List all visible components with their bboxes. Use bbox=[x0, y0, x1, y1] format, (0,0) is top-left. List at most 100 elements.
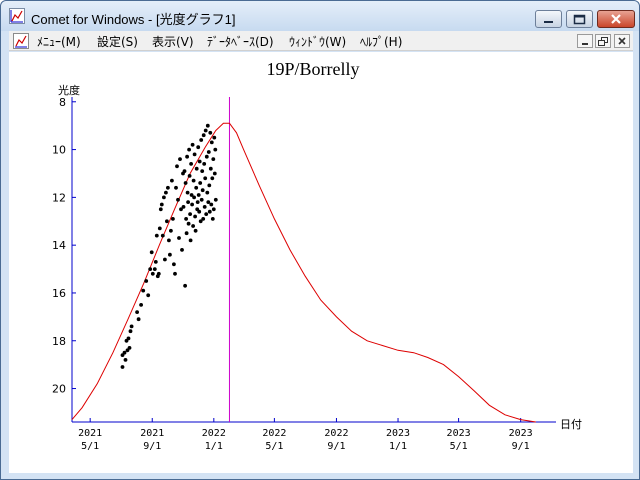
observation-point bbox=[213, 197, 218, 202]
observation-point bbox=[199, 197, 204, 202]
observation-points bbox=[120, 123, 218, 369]
observation-point bbox=[152, 267, 157, 271]
observation-point bbox=[187, 174, 192, 178]
prediction-curve bbox=[71, 122, 536, 423]
x-tick-month-day: 9/1 bbox=[143, 441, 161, 452]
app-window: Comet for Windows - [光度グラフ1] ﾒﾆｭｰ(M) 設定(… bbox=[0, 0, 640, 480]
observation-point bbox=[175, 164, 179, 169]
x-tick-year: 2023 bbox=[386, 428, 410, 439]
y-tick-label: 14 bbox=[52, 239, 66, 252]
observation-point bbox=[191, 224, 196, 228]
observation-point bbox=[159, 202, 164, 207]
close-button[interactable] bbox=[597, 10, 635, 28]
x-tick-month-day: 9/1 bbox=[512, 441, 530, 452]
observation-point bbox=[202, 162, 207, 166]
observation-point bbox=[194, 185, 199, 190]
x-tick-year: 2021 bbox=[140, 428, 164, 439]
observation-point bbox=[204, 154, 209, 159]
close-icon bbox=[611, 14, 621, 24]
observation-point bbox=[123, 358, 128, 362]
observation-point bbox=[188, 238, 193, 243]
observation-point bbox=[192, 152, 197, 157]
mdi-close-icon bbox=[618, 37, 626, 45]
light-curve-chart: 19P/Borrelly 光度 日付 8101214161820 20215/1… bbox=[52, 59, 582, 452]
mdi-close-button[interactable] bbox=[614, 34, 630, 48]
observation-point bbox=[144, 279, 149, 283]
x-tick-year: 2022 bbox=[324, 428, 348, 439]
observation-point bbox=[209, 140, 214, 145]
x-tick-year: 2021 bbox=[78, 428, 102, 439]
maximize-button[interactable] bbox=[566, 10, 593, 28]
minimize-button[interactable] bbox=[535, 10, 562, 28]
observation-point bbox=[193, 214, 198, 219]
observation-point bbox=[207, 183, 212, 188]
observation-point bbox=[210, 176, 215, 181]
menu-item-database[interactable]: ﾃﾞｰﾀﾍﾞｰｽ(D) bbox=[207, 33, 274, 50]
observation-point bbox=[202, 205, 207, 209]
observation-point bbox=[201, 133, 206, 138]
observation-point bbox=[185, 154, 190, 159]
chart-icon[interactable] bbox=[9, 8, 25, 24]
menu-item-settings[interactable]: 設定(S) bbox=[97, 33, 138, 50]
mdi-restore-button[interactable] bbox=[595, 34, 611, 48]
maximize-icon bbox=[573, 14, 586, 25]
observation-point bbox=[212, 171, 217, 176]
x-tick-year: 2022 bbox=[262, 428, 286, 439]
x-ticks: 2021 5/1 2021 9/1 2022 1/1 2022 5/1 2022 9/1 2023 1… bbox=[78, 418, 533, 452]
observation-point bbox=[212, 135, 217, 140]
observation-point bbox=[167, 238, 171, 243]
observation-point bbox=[184, 217, 189, 221]
observation-point bbox=[174, 185, 178, 190]
observation-point bbox=[211, 157, 216, 161]
observation-point bbox=[203, 176, 208, 181]
observation-point bbox=[146, 293, 151, 298]
observation-point bbox=[182, 169, 187, 173]
menu-item-menu[interactable]: ﾒﾆｭｰ(M) bbox=[37, 33, 81, 50]
axes bbox=[71, 97, 556, 423]
document-chart-icon[interactable] bbox=[13, 33, 29, 49]
observation-point bbox=[178, 157, 182, 161]
observation-point bbox=[173, 271, 177, 276]
observation-point bbox=[122, 350, 127, 355]
observation-point bbox=[206, 200, 211, 205]
observation-point bbox=[205, 123, 210, 128]
observation-point bbox=[163, 257, 167, 262]
observation-point bbox=[148, 267, 153, 271]
observation-point bbox=[165, 219, 169, 224]
x-tick-month-day: 5/1 bbox=[450, 441, 468, 452]
observation-point bbox=[200, 188, 205, 193]
observation-point bbox=[149, 250, 154, 255]
observation-point bbox=[153, 260, 158, 264]
observation-point bbox=[190, 202, 195, 207]
observation-point bbox=[197, 159, 202, 164]
observation-point bbox=[189, 162, 194, 166]
y-tick-label: 10 bbox=[52, 144, 66, 157]
menu-item-help[interactable]: ﾍﾙﾌﾟ(H) bbox=[360, 33, 402, 50]
chart-title: 19P/Borrelly bbox=[267, 59, 360, 79]
observation-point bbox=[194, 166, 199, 171]
menu-item-window[interactable]: ｳｨﾝﾄﾞｳ(W) bbox=[289, 33, 346, 50]
observation-point bbox=[186, 221, 191, 226]
observation-point bbox=[198, 181, 203, 185]
menu-item-view[interactable]: 表示(V) bbox=[152, 33, 194, 50]
window-title: Comet for Windows - [光度グラフ1] bbox=[31, 12, 236, 27]
observation-point bbox=[199, 138, 204, 142]
x-tick-month-day: 1/1 bbox=[205, 441, 223, 452]
y-tick-label: 12 bbox=[52, 191, 66, 204]
observation-point bbox=[160, 233, 165, 238]
observation-point bbox=[205, 190, 210, 195]
mdi-minimize-button[interactable] bbox=[577, 34, 593, 48]
observation-point bbox=[181, 205, 186, 209]
observation-point bbox=[157, 226, 162, 231]
observation-point bbox=[172, 262, 176, 267]
observation-point bbox=[203, 128, 208, 133]
observation-point bbox=[184, 231, 189, 236]
observation-point bbox=[197, 209, 202, 214]
observation-point bbox=[206, 150, 211, 154]
title-bar[interactable]: Comet for Windows - [光度グラフ1] bbox=[1, 1, 639, 31]
observation-point bbox=[213, 147, 218, 152]
observation-point bbox=[150, 271, 155, 276]
observation-point bbox=[154, 233, 159, 238]
observation-point bbox=[193, 228, 198, 233]
menu-bar: ﾒﾆｭｰ(M) 設定(S) 表示(V) ﾃﾞｰﾀﾍﾞｰｽ(D) ｳｨﾝﾄﾞｳ(W… bbox=[9, 31, 633, 51]
